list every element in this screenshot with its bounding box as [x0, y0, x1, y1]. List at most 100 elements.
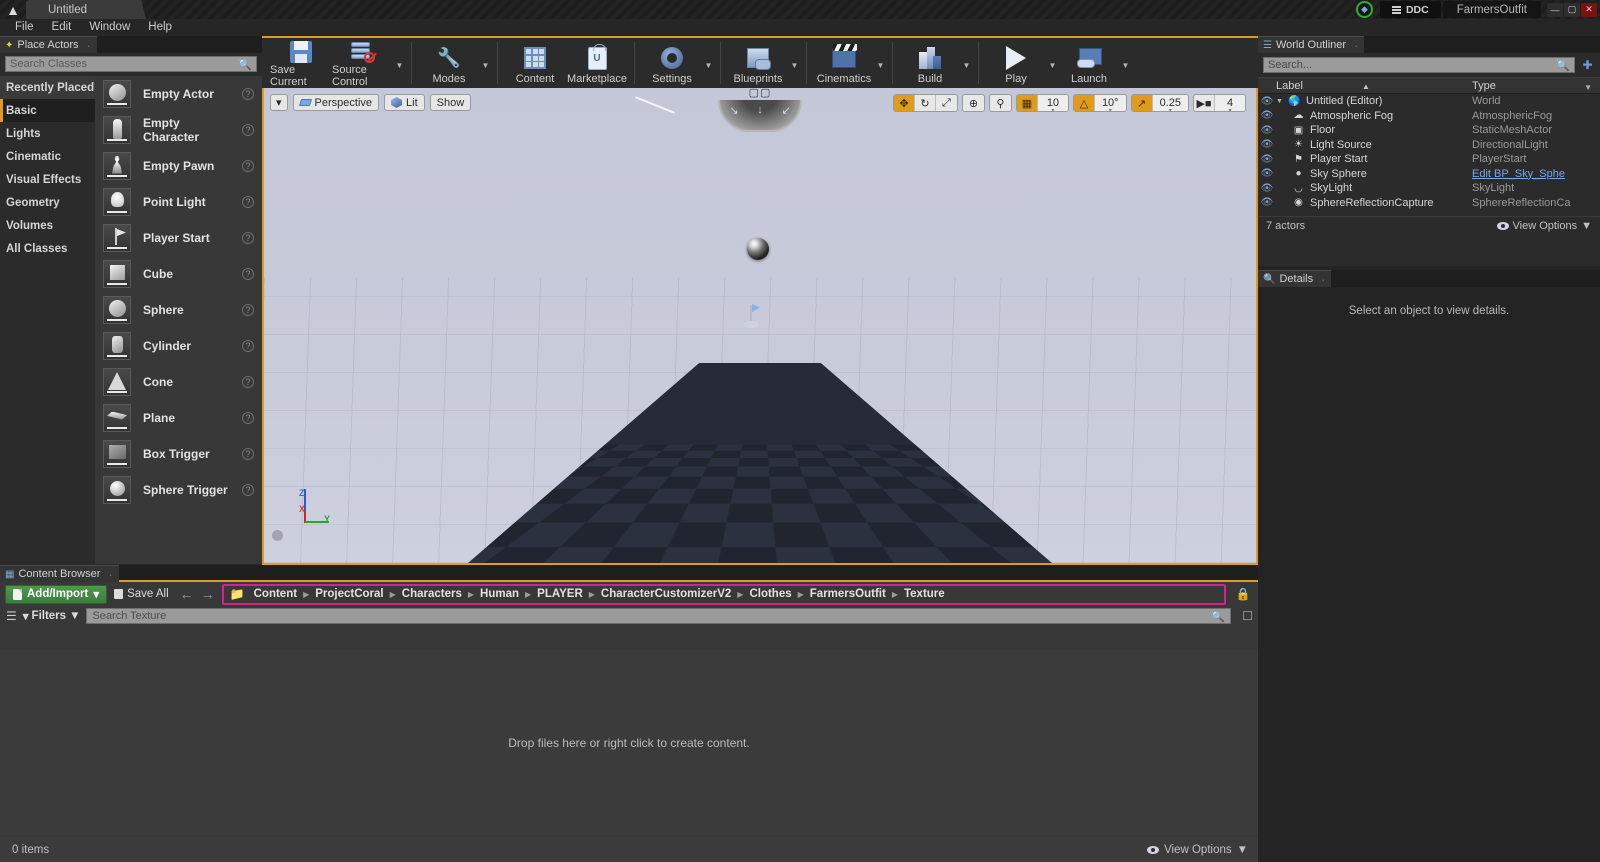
visibility-eye-icon[interactable]: 👁	[1258, 110, 1276, 121]
tab-content-browser[interactable]: ▦ Content Browser ·	[0, 565, 119, 582]
launch-button[interactable]: Launch	[1058, 38, 1120, 88]
visibility-eye-icon[interactable]: 👁	[1258, 139, 1276, 150]
viewport-perspective-button[interactable]: Perspective	[292, 94, 380, 111]
scale-snap-toggle[interactable]: ↗	[1131, 95, 1153, 111]
save-current-button[interactable]: Save Current	[270, 38, 332, 88]
breadcrumb-item-clothes[interactable]: Clothes	[746, 588, 794, 600]
search-classes-input[interactable]: Search Classes 🔍	[5, 56, 257, 72]
column-header-type[interactable]: Type ▼	[1472, 80, 1600, 92]
chevron-down-icon[interactable]: ▼	[1584, 83, 1592, 92]
maximize-button[interactable]: ▢	[1564, 2, 1580, 17]
visibility-eye-icon[interactable]: 👁	[1258, 168, 1276, 179]
ddc-button[interactable]: DDC	[1379, 1, 1441, 18]
tab-close-icon[interactable]: ·	[108, 567, 112, 582]
visibility-eye-icon[interactable]: 👁	[1258, 96, 1276, 107]
actor-item-point-light[interactable]: Point Light ?	[95, 184, 262, 220]
visibility-eye-icon[interactable]: 👁	[1258, 183, 1276, 194]
lock-icon[interactable]: 🔒	[1233, 587, 1253, 601]
camera-speed-value[interactable]: 4	[1215, 95, 1245, 111]
content-button[interactable]: Content	[504, 38, 566, 88]
viewport-reflection-sphere[interactable]	[747, 238, 769, 260]
breadcrumb-item-farmersoutfit[interactable]: FarmersOutfit	[807, 588, 889, 600]
content-browser-asset-area[interactable]: Drop files here or right click to create…	[0, 650, 1258, 835]
menu-item-file[interactable]: File	[6, 19, 43, 36]
help-icon[interactable]: ?	[242, 124, 254, 136]
blueprints-dropdown[interactable]: ▼	[789, 38, 800, 88]
outliner-row-light-source[interactable]: 👁 ☀ Light Source DirectionalLight	[1258, 138, 1600, 153]
blueprints-button[interactable]: Blueprints	[727, 38, 789, 88]
breadcrumb-item-projectcoral[interactable]: ProjectCoral	[312, 588, 386, 600]
category-lights[interactable]: Lights	[0, 122, 95, 145]
tab-place-actors[interactable]: ✦ Place Actors ·	[0, 36, 97, 53]
build-button[interactable]: Build	[899, 38, 961, 88]
actor-item-cone[interactable]: Cone ?	[95, 364, 262, 400]
filters-button[interactable]: ▾ Filters ▼	[23, 609, 81, 623]
launch-dropdown[interactable]: ▼	[1120, 38, 1131, 88]
breadcrumb-item-player[interactable]: PLAYER	[534, 588, 586, 600]
category-geometry[interactable]: Geometry	[0, 191, 95, 214]
help-icon[interactable]: ?	[242, 88, 254, 100]
viewport-show-button[interactable]: Show	[429, 94, 472, 111]
nav-back-button[interactable]: ←	[180, 586, 194, 602]
close-button[interactable]: ✕	[1581, 2, 1597, 17]
settings-dropdown[interactable]: ▼	[703, 38, 714, 88]
grid-snap-value[interactable]: 10	[1037, 95, 1068, 111]
help-icon[interactable]: ?	[242, 304, 254, 316]
outliner-row-atmospheric-fog[interactable]: 👁 ☁ Atmospheric Fog AtmosphericFog	[1258, 109, 1600, 124]
category-visual-effects[interactable]: Visual Effects	[0, 168, 95, 191]
category-basic[interactable]: Basic	[0, 99, 95, 122]
content-browser-search-input[interactable]: Search Texture 🔍	[86, 608, 1231, 624]
actor-item-empty-actor[interactable]: Empty Actor ?	[95, 76, 262, 112]
world-space-button[interactable]: ⊕	[963, 95, 984, 111]
tab-close-icon[interactable]: ·	[1354, 38, 1358, 53]
category-volumes[interactable]: Volumes	[0, 214, 95, 237]
marketplace-button[interactable]: U Marketplace	[566, 38, 628, 88]
viewport-lit-button[interactable]: Lit	[384, 94, 425, 111]
nav-forward-button[interactable]: →	[201, 586, 215, 602]
actor-item-sphere-trigger[interactable]: Sphere Trigger ?	[95, 472, 262, 508]
visibility-eye-icon[interactable]: 👁	[1258, 154, 1276, 165]
outliner-row-sky-sphere[interactable]: 👁 ● Sky Sphere Edit BP_Sky_Sphe	[1258, 167, 1600, 182]
scale-tool-button[interactable]: ⤢	[936, 95, 957, 111]
rotate-tool-button[interactable]: ↻	[915, 95, 936, 111]
breadcrumb-item-content[interactable]: Content	[251, 588, 300, 600]
help-icon[interactable]: ?	[242, 484, 254, 496]
breadcrumb-item-charactercustomizerv2[interactable]: CharacterCustomizerV2	[598, 588, 734, 600]
sources-panel-toggle-icon[interactable]: ☰	[6, 609, 17, 623]
content-browser-view-options-button[interactable]: View Options ▼	[1147, 844, 1248, 856]
minimize-button[interactable]: —	[1547, 2, 1563, 17]
source-control-button[interactable]: Source Control	[332, 38, 394, 88]
help-icon[interactable]: ?	[242, 412, 254, 424]
help-icon[interactable]: ?	[242, 160, 254, 172]
scale-snap-value[interactable]: 0.25	[1152, 95, 1188, 111]
source-control-dropdown[interactable]: ▼	[394, 38, 405, 88]
column-header-label[interactable]: Label ▲	[1258, 80, 1472, 92]
outliner-row-untitled-editor[interactable]: 👁 ▼ 🌎 Untitled (Editor) World	[1258, 94, 1600, 109]
actor-item-sphere[interactable]: Sphere ?	[95, 292, 262, 328]
actor-item-plane[interactable]: Plane ?	[95, 400, 262, 436]
outliner-view-options-button[interactable]: View Options ▼	[1496, 220, 1592, 232]
outliner-row-player-start[interactable]: 👁 ⚑ Player Start PlayerStart	[1258, 152, 1600, 167]
actor-item-cylinder[interactable]: Cylinder ?	[95, 328, 262, 364]
status-badge[interactable]: ◆	[1355, 1, 1373, 18]
category-cinematic[interactable]: Cinematic	[0, 145, 95, 168]
modes-dropdown[interactable]: ▼	[480, 38, 491, 88]
actor-item-box-trigger[interactable]: Box Trigger ?	[95, 436, 262, 472]
outliner-row-sphere-reflection-capture[interactable]: 👁 ◉ SphereReflectionCapture SphereReflec…	[1258, 196, 1600, 211]
window-title-button[interactable]: FarmersOutfit	[1442, 1, 1541, 18]
help-icon[interactable]: ?	[242, 340, 254, 352]
visibility-eye-icon[interactable]: 👁	[1258, 197, 1276, 208]
help-icon[interactable]: ?	[242, 232, 254, 244]
expand-caret-icon[interactable]: ▼	[1276, 98, 1283, 105]
category-recently-placed[interactable]: Recently Placed	[0, 76, 95, 99]
help-icon[interactable]: ?	[242, 376, 254, 388]
help-icon[interactable]: ?	[242, 268, 254, 280]
visibility-eye-icon[interactable]: 👁	[1258, 125, 1276, 136]
cinematics-dropdown[interactable]: ▼	[875, 38, 886, 88]
breadcrumb-item-characters[interactable]: Characters	[399, 588, 465, 600]
camera-icon[interactable]: ▶■	[1194, 95, 1215, 111]
add-actor-icon[interactable]: ✚	[1580, 58, 1595, 73]
breadcrumb-item-texture[interactable]: Texture	[901, 588, 948, 600]
modes-button[interactable]: 🔧 Modes	[418, 38, 480, 88]
menu-item-edit[interactable]: Edit	[43, 19, 81, 36]
